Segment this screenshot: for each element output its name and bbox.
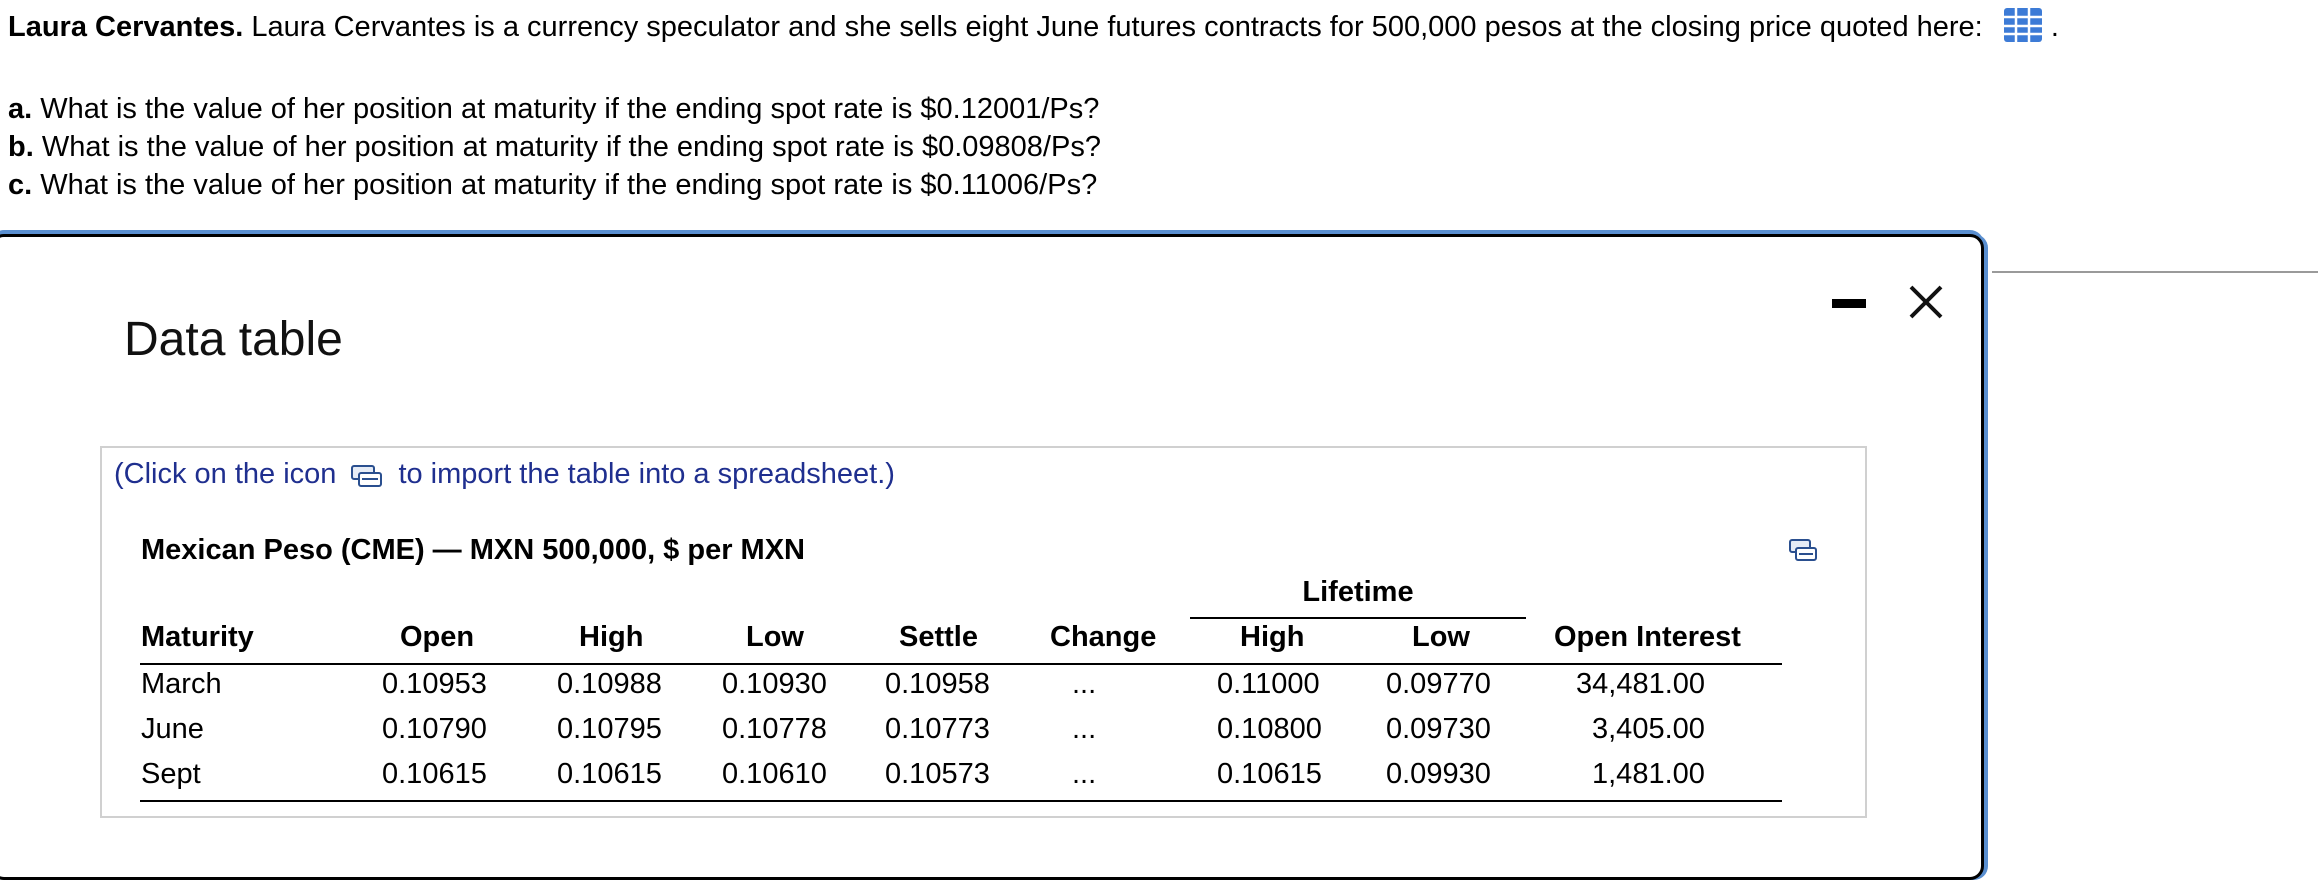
minimize-button[interactable] [1830,299,1870,313]
col-header-lifetime-low: Low [1412,621,1470,653]
cell-lifetime-low: 0.09930 [1386,758,1491,790]
minimize-icon [1832,299,1866,308]
problem-name: Laura Cervantes. [8,11,244,43]
table-bottom-rule [140,800,1782,802]
spreadsheet-import-icon[interactable] [350,463,384,488]
table-grid-icon[interactable] [2003,7,2043,43]
col-header-maturity: Maturity [141,621,254,653]
question-a: a. What is the value of her position at … [8,90,1099,128]
header-rule [140,663,1782,665]
col-header-lifetime-high: High [1240,621,1305,653]
close-icon [1909,285,1943,319]
question-text: What is the value of her position at mat… [40,93,1100,125]
col-header-change: Change [1050,621,1157,653]
cell-high: 0.10795 [557,713,662,745]
cell-lifetime-high: 0.10800 [1217,713,1322,745]
question-text: What is the value of her position at mat… [40,169,1098,201]
cell-open: 0.10953 [382,668,487,700]
question-label: a. [8,93,33,125]
cell-maturity: June [141,713,204,745]
problem-statement: Laura Cervantes. Laura Cervantes is a cu… [8,8,2059,46]
cell-low: 0.10778 [722,713,827,745]
close-button[interactable] [1906,282,1946,322]
problem-text: Laura Cervantes is a currency speculator… [251,11,1983,43]
cell-lifetime-low: 0.09770 [1386,668,1491,700]
import-note-after: to import the table into a spreadsheet.) [398,458,895,490]
import-note-before: (Click on the icon [114,458,337,490]
cell-open-interest: 1,481.00 [1592,758,1705,790]
spreadsheet-export-icon[interactable] [1788,538,1818,564]
cell-change: ... [1072,668,1097,700]
cell-open-interest: 3,405.00 [1592,713,1705,745]
cell-open: 0.10615 [382,758,487,790]
col-header-high: High [579,621,644,653]
question-text: What is the value of her position at mat… [41,131,1101,163]
col-header-open: Open [400,621,475,653]
cell-high: 0.10615 [557,758,662,790]
cell-lifetime-high: 0.11000 [1217,668,1320,700]
col-header-low: Low [746,621,804,653]
cell-high: 0.10988 [557,668,662,700]
question-label: c. [8,169,33,201]
col-header-open-interest: Open Interest [1554,621,1741,653]
cell-settle: 0.10958 [885,668,990,700]
cell-change: ... [1072,758,1097,790]
cell-lifetime-low: 0.09730 [1386,713,1491,745]
question-b: b. What is the value of her position at … [8,128,1101,166]
question-label: b. [8,131,34,163]
cell-maturity: March [141,668,222,700]
cell-maturity: Sept [141,758,201,790]
cell-open: 0.10790 [382,713,487,745]
lifetime-group-header: Lifetime [1302,576,1414,608]
cell-low: 0.10930 [722,668,827,700]
question-c: c. What is the value of her position at … [8,166,1097,204]
table-title: Mexican Peso (CME) — MXN 500,000, $ per … [141,534,805,566]
lifetime-rule [1190,617,1526,619]
cell-open-interest: 34,481.00 [1576,668,1706,700]
cell-lifetime-high: 0.10615 [1217,758,1322,790]
divider [1992,271,2318,273]
import-note: (Click on the icon to import the table i… [114,458,895,491]
col-header-settle: Settle [899,621,978,653]
cell-settle: 0.10573 [885,758,990,790]
problem-trailing: . [2050,11,2059,43]
cell-change: ... [1072,713,1097,745]
dialog-title: Data table [124,313,343,366]
cell-low: 0.10610 [722,758,827,790]
cell-settle: 0.10773 [885,713,990,745]
